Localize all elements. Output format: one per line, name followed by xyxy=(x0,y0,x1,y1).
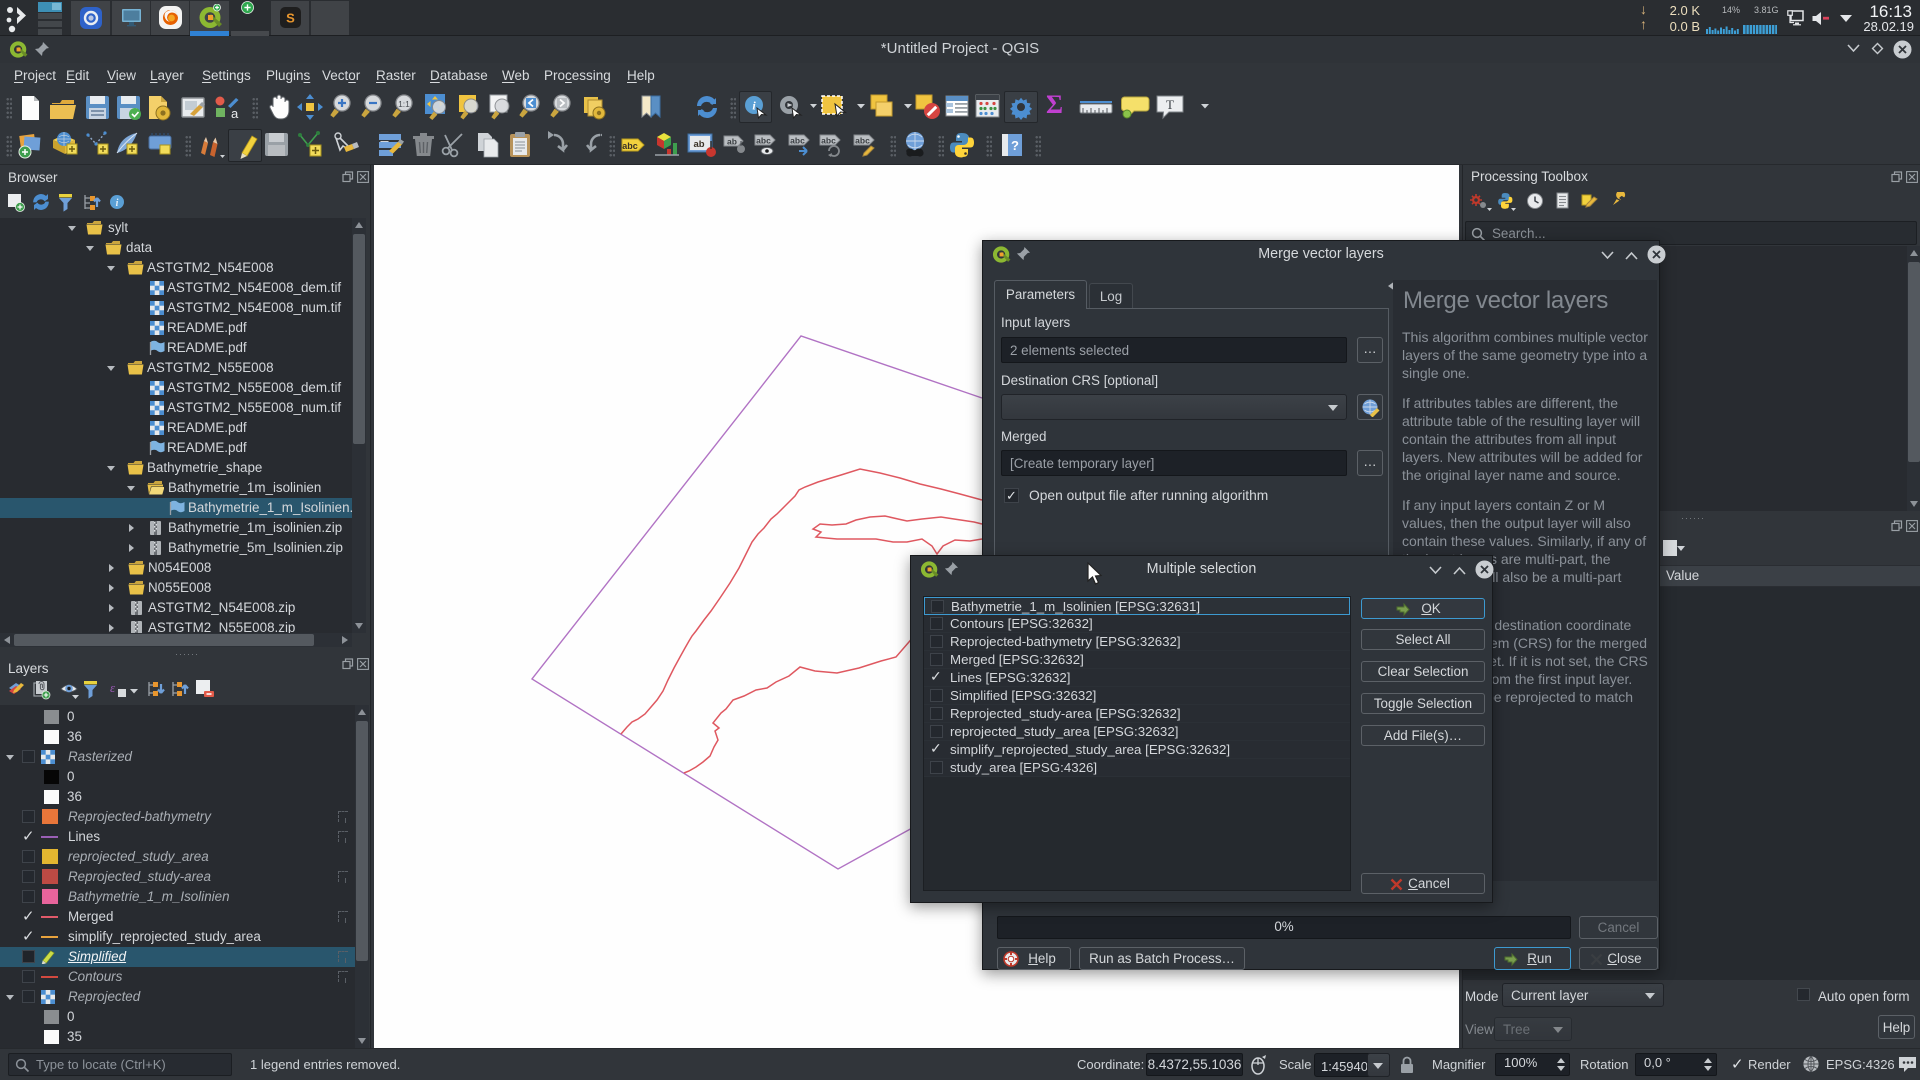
svg-text:abc: abc xyxy=(855,136,870,146)
svg-text:a: a xyxy=(231,106,239,121)
svg-text:ab: ab xyxy=(693,139,704,150)
svg-text:abc: abc xyxy=(756,136,771,146)
svg-text:T: T xyxy=(1166,97,1174,112)
svg-text:ab: ab xyxy=(727,137,737,147)
svg-text:i: i xyxy=(116,198,119,209)
svg-text:abc: abc xyxy=(790,136,805,146)
svg-text:?: ? xyxy=(1011,138,1019,153)
svg-text:1:1: 1:1 xyxy=(398,99,410,109)
svg-text:S: S xyxy=(286,11,295,26)
svg-text:ε: ε xyxy=(110,680,116,695)
svg-text:abc: abc xyxy=(622,141,638,151)
svg-text:abc: abc xyxy=(821,136,836,146)
